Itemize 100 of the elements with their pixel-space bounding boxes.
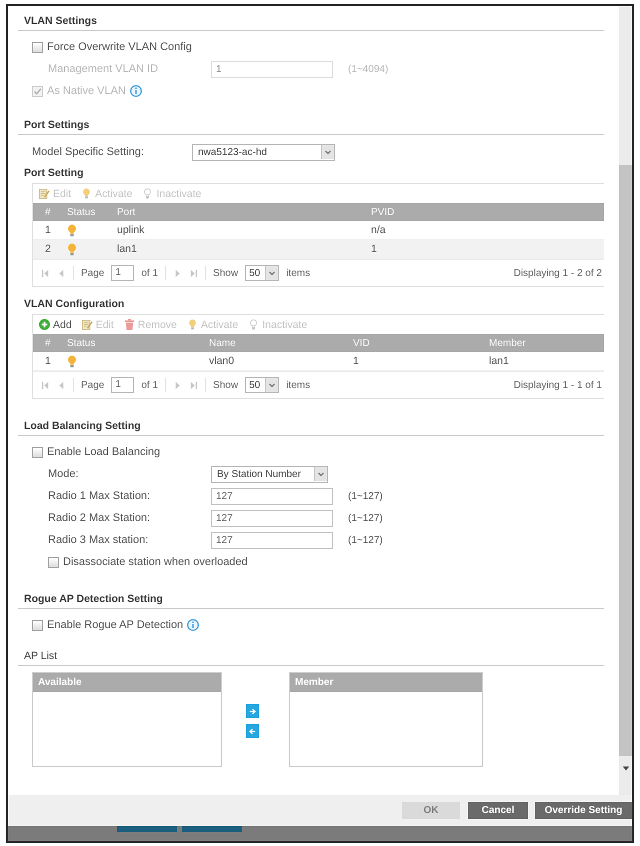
mode-select[interactable]: By Station Number	[211, 466, 328, 482]
table-cell: 1	[353, 355, 359, 367]
next-page-icon[interactable]	[173, 268, 182, 278]
checkbox[interactable]	[32, 446, 43, 458]
background-strip	[182, 826, 242, 832]
move-right-button[interactable]	[246, 704, 259, 718]
dialog-button[interactable]: Cancel	[468, 802, 528, 819]
column-header[interactable]: #	[45, 206, 51, 218]
page-size-select[interactable]: 50	[245, 265, 280, 281]
dropdown-arrow-icon	[314, 467, 327, 481]
section-title: Load Balancing Setting	[24, 420, 141, 432]
section-title: VLAN Settings	[24, 15, 97, 27]
info-icon[interactable]	[187, 619, 200, 631]
table-row[interactable]: 1 vlan0 1 lan1	[33, 352, 604, 371]
first-page-icon[interactable]	[41, 268, 50, 278]
range-hint: (1~127)	[348, 512, 383, 524]
table-title: Port Setting	[24, 167, 84, 179]
background-strip	[117, 826, 177, 832]
items-label: items	[286, 380, 310, 390]
page-input[interactable]: 1	[111, 265, 134, 281]
column-header[interactable]: #	[45, 338, 51, 348]
checkbox[interactable]	[48, 556, 59, 568]
next-page-icon[interactable]	[173, 380, 182, 390]
scrollbar[interactable]	[619, 6, 632, 795]
column-header[interactable]: VID	[353, 338, 370, 348]
table-cell: 1	[45, 224, 51, 236]
field-label: Model Specific Setting:	[32, 146, 145, 158]
checkbox[interactable]	[32, 42, 43, 52]
range-hint: (1~127)	[348, 490, 383, 502]
edit-icon	[82, 319, 93, 330]
available-list[interactable]: Available	[32, 672, 222, 767]
table-cell: vlan0	[209, 355, 234, 367]
section-title: AP List	[24, 650, 58, 662]
table-cell: 2	[45, 243, 51, 255]
table-cell: lan1	[117, 243, 137, 255]
table-cell: 1	[45, 355, 51, 367]
checkbox-label: Enable Rogue AP Detection	[47, 619, 184, 631]
list-header: Available	[33, 673, 221, 692]
input-field[interactable]: 127	[211, 510, 333, 526]
range-hint: (1~127)	[348, 534, 383, 546]
scroll-down-icon[interactable]	[622, 766, 630, 771]
table-cell: lan1	[489, 355, 509, 367]
column-header[interactable]: Member	[489, 338, 526, 348]
column-header[interactable]: Name	[209, 338, 236, 348]
items-label: items	[286, 268, 310, 278]
section-title: Rogue AP Detection Setting	[24, 593, 163, 605]
column-header[interactable]: Status	[67, 338, 96, 348]
field-label: Radio 2 Max Station:	[48, 512, 152, 524]
checkbox-label: As Native VLAN	[47, 85, 126, 97]
field-label: Radio 3 Max station:	[48, 534, 150, 546]
input-field[interactable]: 127	[211, 488, 333, 504]
field-label: Radio 1 Max Station:	[48, 490, 152, 502]
page-count: of 1	[141, 268, 158, 278]
table-cell: uplink	[117, 224, 144, 236]
column-header[interactable]: Status	[67, 206, 96, 218]
edit-icon	[39, 188, 50, 199]
lightbulb-icon	[186, 319, 198, 330]
table-row[interactable]: 2 lan1 1	[33, 240, 604, 259]
member-list[interactable]: Member	[289, 672, 483, 767]
lightbulb-icon	[81, 188, 92, 199]
scrollbar-thumb[interactable]	[619, 165, 632, 756]
page-label: Page	[81, 380, 104, 390]
first-page-icon[interactable]	[41, 380, 50, 390]
arrow-left-icon	[248, 726, 257, 736]
info-icon[interactable]	[130, 85, 142, 97]
list-header: Member	[290, 673, 482, 692]
toolbar-button[interactable]: Add	[39, 318, 72, 330]
column-header[interactable]: Port	[117, 206, 136, 218]
show-label: Show	[213, 268, 238, 278]
dropdown-arrow-icon	[321, 145, 334, 159]
displaying-summary: Displaying 1 - 2 of 2	[514, 268, 602, 278]
checkbox[interactable]	[32, 620, 43, 630]
last-page-icon[interactable]	[189, 380, 198, 390]
check-icon	[33, 86, 42, 96]
dropdown-arrow-icon	[265, 266, 278, 280]
column-header[interactable]: PVID	[371, 206, 394, 218]
dialog-button[interactable]: Override Setting	[535, 802, 632, 819]
previous-page-icon[interactable]	[57, 268, 66, 278]
plus-circle-icon	[39, 319, 50, 330]
checkbox-label: Force Overwrite VLAN Config	[47, 41, 192, 53]
input-field[interactable]: 127	[211, 532, 333, 548]
dropdown-arrow-icon	[265, 378, 278, 392]
table-cell: n/a	[371, 224, 386, 236]
checkbox-label: Disassociate station when overloaded	[63, 556, 248, 568]
page-count: of 1	[141, 380, 158, 390]
displaying-summary: Displaying 1 - 1 of 1	[514, 380, 602, 390]
model-select[interactable]: nwa5123-ac-hd	[192, 144, 335, 160]
page-label: Page	[81, 268, 104, 278]
section-title: Port Settings	[24, 119, 90, 131]
page-size-select[interactable]: 50	[245, 377, 280, 393]
field-label: Mode:	[48, 468, 80, 480]
last-page-icon[interactable]	[189, 268, 198, 278]
range-hint: (1~4094)	[348, 64, 388, 74]
page-input[interactable]: 1	[111, 377, 134, 393]
move-left-button[interactable]	[246, 724, 259, 738]
previous-page-icon[interactable]	[57, 380, 66, 390]
lightbulb-outline-icon	[248, 319, 260, 330]
field-label: Management VLAN ID	[48, 63, 160, 75]
table-cell: 1	[371, 243, 377, 255]
lightbulb-outline-icon	[142, 188, 154, 199]
